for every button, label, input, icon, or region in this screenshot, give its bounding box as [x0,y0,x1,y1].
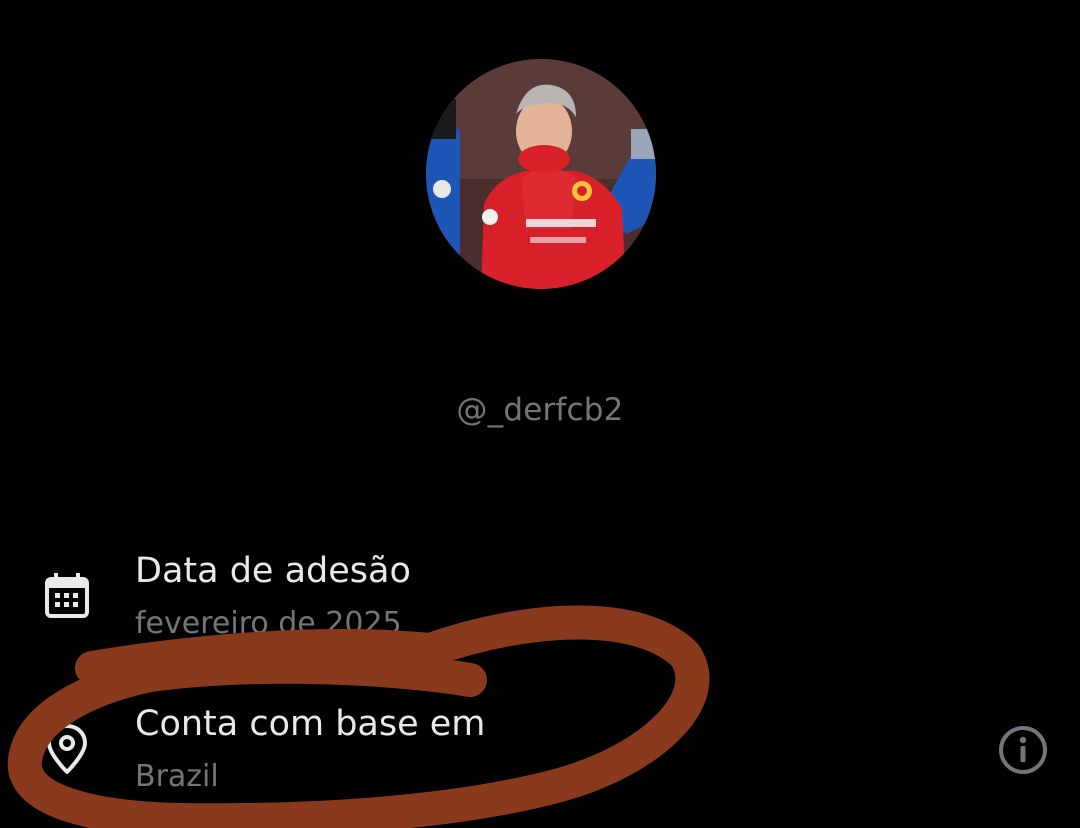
profile-avatar[interactable] [426,59,656,289]
location-pin-icon [40,722,94,776]
calendar-icon [40,570,94,624]
location-title: Conta com base em [135,704,486,744]
joined-value: fevereiro de 2025 [135,606,402,641]
avatar-image [426,59,656,289]
joined-title: Data de adesão [135,551,411,591]
info-icon [999,726,1047,774]
info-button[interactable] [996,723,1050,777]
profile-username: @_derfcb2 [456,392,624,428]
location-value: Brazil [135,759,219,794]
